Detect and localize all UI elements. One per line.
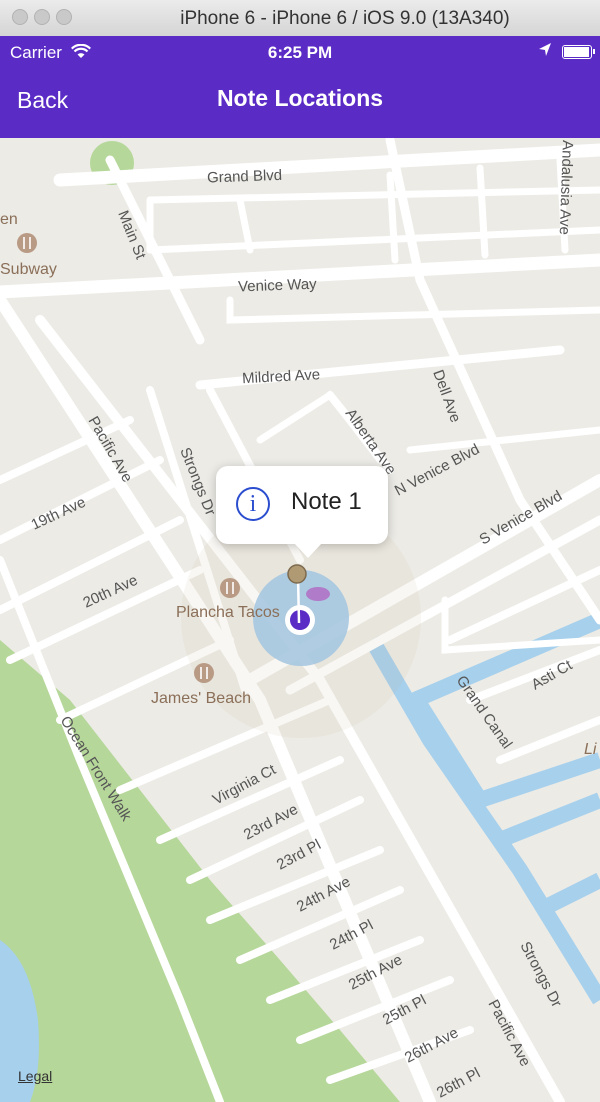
battery-icon — [562, 45, 595, 59]
navigation-bar: Back Note Locations — [0, 68, 600, 138]
poi-label-partial-left: en — [0, 211, 18, 228]
pin-shadow — [306, 587, 330, 601]
location-arrow-icon — [539, 43, 551, 56]
legal-link[interactable]: Legal — [18, 1068, 52, 1084]
info-icon[interactable]: i — [236, 487, 270, 521]
status-time: 6:25 PM — [267, 43, 333, 62]
battery-fill — [564, 47, 589, 57]
street-label: Venice Way — [238, 276, 318, 296]
simulator-title-bar: iPhone 6 - iPhone 6 / iOS 9.0 (13A340) — [0, 0, 600, 37]
window-title: iPhone 6 - iPhone 6 / iOS 9.0 (13A340) — [180, 8, 510, 29]
map-pin-head[interactable] — [287, 564, 307, 584]
map-view[interactable]: Grand Blvd Main St Venice Way Mildred Av… — [0, 138, 600, 1102]
street-label: Andalusia Ave — [556, 140, 576, 235]
page-title: Note Locations — [216, 85, 384, 111]
annotation-title: Note 1 — [291, 488, 362, 515]
annotation-callout[interactable]: i Note 1 — [216, 466, 388, 558]
street-label: Grand Blvd — [207, 167, 283, 187]
map-canvas: Grand Blvd Main St Venice Way Mildred Av… — [0, 138, 600, 1102]
poi-label-plancha-tacos: Plancha Tacos — [176, 604, 280, 621]
status-bar: Carrier 6:25 PM — [0, 36, 600, 68]
poi-label-james-beach: James' Beach — [151, 690, 251, 707]
poi-label-partial-right: Li — [584, 741, 597, 758]
poi-label-subway: Subway — [0, 261, 57, 278]
